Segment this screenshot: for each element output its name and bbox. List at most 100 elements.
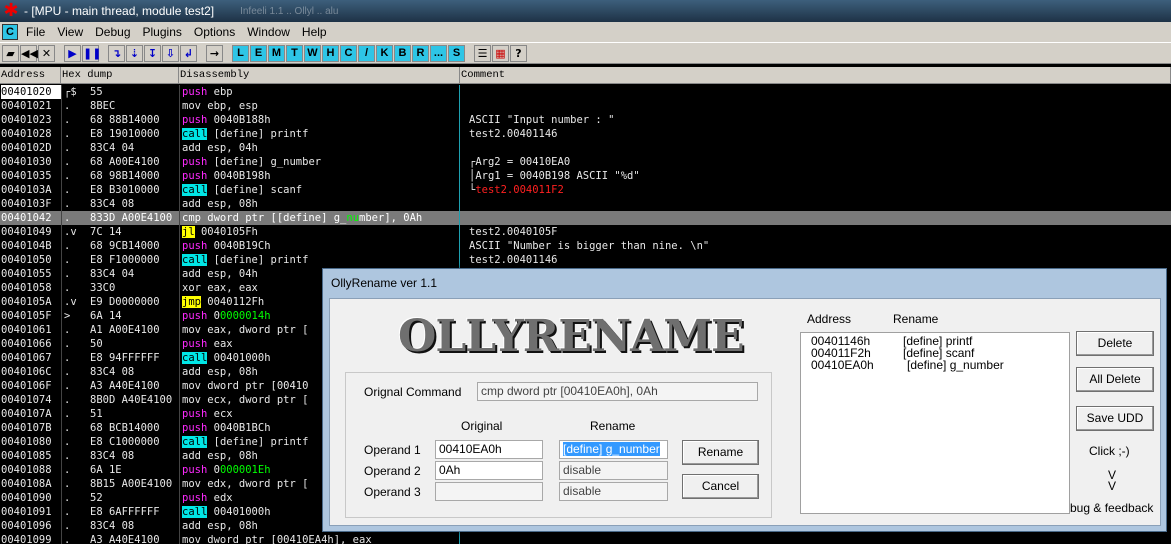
ollydbg-bug-icon[interactable]: ✱ [2, 2, 20, 20]
rename-list[interactable]: 00401146h [define] printf 004011F2h [def… [800, 332, 1070, 514]
column-header-disassembly[interactable]: Disassembly [179, 67, 460, 84]
menu-file[interactable]: File [22, 25, 53, 39]
row-marker: . [64, 436, 71, 448]
operand-1-rename-input[interactable]: [define] g_number [559, 440, 668, 459]
list-item-rename[interactable]: [define] g_number [907, 358, 1004, 372]
grid-icon[interactable]: ▦ [492, 44, 509, 62]
column-header-comment[interactable]: Comment [460, 67, 1171, 84]
row-hex-dump: 7C 14 [90, 226, 122, 238]
list-item-address[interactable]: 00410EA0h [811, 358, 874, 372]
disassembly-row[interactable]: 00401035. 68 98B14000 push 0040B198h │Arg1 … [0, 169, 1171, 183]
row-hex-dump: 68 88B14000 [90, 114, 160, 126]
list-icon[interactable]: ☰ [474, 44, 491, 62]
row-disassembly: push 0040B19Ch [182, 239, 458, 253]
disassembly-row[interactable]: 0040102D. 83C4 04 add esp, 04h [0, 141, 1171, 155]
menu-view[interactable]: View [53, 25, 91, 39]
rewind-icon[interactable]: ◀◀ [20, 44, 38, 62]
toolbar-runtrace-button[interactable]: ... [430, 44, 447, 62]
disassembly-row[interactable]: 00401020 ┌$ 55 push ebp [0, 85, 1171, 99]
disassembly-token: push [182, 170, 208, 182]
run-icon[interactable]: ▶ [64, 44, 81, 62]
disassembly-token: mov edx, dword ptr [ [182, 478, 309, 490]
close-icon[interactable]: ✕ [38, 44, 55, 62]
row-address: 00401028 [1, 128, 52, 140]
operand-1-original[interactable]: 00410EA0h [435, 440, 543, 459]
menu-plugins[interactable]: Plugins [139, 25, 190, 39]
toolbar-log-button[interactable]: L [232, 44, 249, 62]
row-hex-dump: A3 A40E4100 [90, 534, 160, 544]
goto-icon[interactable]: → [206, 44, 223, 62]
disassembly-row[interactable]: 0040104B. 68 9CB14000 push 0040B19Ch ASCII … [0, 239, 1171, 253]
disassembly-token: ebp [207, 86, 233, 98]
help-icon[interactable]: ? [510, 44, 527, 62]
menu-options[interactable]: Options [190, 25, 243, 39]
row-hex-dump: 51 [90, 408, 103, 420]
toolbar-memory-button[interactable]: M [268, 44, 285, 62]
row-marker: . [64, 492, 71, 504]
all-delete-button[interactable]: All Delete [1076, 367, 1154, 392]
row-address: 00401050 [1, 254, 52, 266]
pause-icon[interactable]: ❚❚ [82, 44, 101, 62]
menu-window[interactable]: Window [243, 25, 298, 39]
execute-till-return-icon[interactable]: ↲ [180, 44, 197, 62]
row-marker: . [64, 212, 71, 224]
operand-2-original[interactable]: 0Ah [435, 461, 543, 480]
operand-2-rename-input[interactable]: disable [559, 461, 668, 480]
disassembly-row[interactable]: 00401021. 8BEC mov ebp, esp [0, 99, 1171, 113]
row-hex-dump: 8B0D A40E4100 [90, 394, 173, 406]
row-hex-dump: 6A 14 [90, 310, 122, 322]
trace-into-icon[interactable]: ↧ [144, 44, 161, 62]
column-header-address[interactable]: Address [0, 67, 61, 84]
disassembly-token: mov dword ptr [00410EA4h], eax [182, 534, 372, 544]
menu-debug[interactable]: Debug [91, 25, 138, 39]
bug-feedback-link[interactable]: bug & feedback [1070, 501, 1153, 515]
save-udd-button[interactable]: Save UDD [1076, 406, 1154, 431]
toolbar-source-button[interactable]: S [448, 44, 465, 62]
row-hex-dump: 83C4 08 [90, 366, 135, 378]
comment-token: ASCII "Input number : " [469, 114, 615, 126]
delete-button[interactable]: Delete [1076, 331, 1154, 356]
disassembly-token: mov ebp, esp [182, 100, 258, 112]
disassembly-row[interactable]: 0040103F. 83C4 08 add esp, 08h [0, 197, 1171, 211]
toolbar-callstack-button[interactable]: K [376, 44, 393, 62]
row-marker: . [64, 450, 71, 462]
step-into-icon[interactable]: ↴ [108, 44, 125, 62]
open-icon[interactable]: ▰ [2, 44, 19, 62]
operand-3-original[interactable] [435, 482, 543, 501]
disassembly-row[interactable]: 00401099. A3 A40E4100 mov dword ptr [00410… [0, 533, 1171, 544]
toolbar-breakpoints-button[interactable]: B [394, 44, 411, 62]
disassembly-token: push [182, 464, 208, 476]
toolbar-references-button[interactable]: R [412, 44, 429, 62]
disassembly-row[interactable]: 00401028. E8 19010000 call [define] printf… [0, 127, 1171, 141]
row-address: 00401055 [1, 268, 52, 280]
column-header-hex[interactable]: Hex dump [61, 67, 179, 84]
comment-token: test2.00401146 [469, 254, 558, 266]
disassembly-row[interactable]: 00401050. E8 F1000000 call [define] printf… [0, 253, 1171, 267]
trace-over-icon[interactable]: ⇩ [162, 44, 179, 62]
operand-2-label: Operand 2 [364, 464, 421, 478]
disassembly-row[interactable]: 00401049 .v 7C 14 jl 0040105Fh test2.0040105… [0, 225, 1171, 239]
row-address: 00401096 [1, 520, 52, 532]
toolbar-threads-button[interactable]: T [286, 44, 303, 62]
cancel-button[interactable]: Cancel [682, 474, 759, 499]
disassembly-row[interactable]: 00401023. 68 88B14000 push 0040B188h ASCII … [0, 113, 1171, 127]
ollyrename-logo: OLLYRENAME [398, 311, 745, 362]
row-hex-dump: 68 9CB14000 [90, 240, 160, 252]
disassembly-row[interactable]: 00401042. 833D A00E4100 cmp dword ptr [[de… [0, 211, 1171, 225]
operand-3-rename-input[interactable]: disable [559, 482, 668, 501]
toolbar-handles-button[interactable]: H [322, 44, 339, 62]
row-hex-dump: E8 F1000000 [90, 254, 160, 266]
step-over-icon[interactable]: ⇣ [126, 44, 143, 62]
toolbar-cpu-button[interactable]: C [340, 44, 357, 62]
menu-help[interactable]: Help [298, 25, 335, 39]
cpu-window-icon[interactable]: C [2, 24, 18, 40]
comment-token: test2.00401146 [469, 128, 558, 140]
rename-button[interactable]: Rename [682, 440, 759, 465]
disassembly-row[interactable]: 00401030. 68 A00E4100 push [define] g_numb… [0, 155, 1171, 169]
toolbar-executables-button[interactable]: E [250, 44, 267, 62]
row-hex-dump: 8B15 A00E4100 [90, 478, 173, 490]
original-command-field[interactable]: cmp dword ptr [00410EA0h], 0Ah [477, 382, 758, 401]
toolbar-patches-button[interactable]: / [358, 44, 375, 62]
toolbar-windows-button[interactable]: W [304, 44, 321, 62]
disassembly-row[interactable]: 0040103A. E8 B3010000 call [define] scanf └… [0, 183, 1171, 197]
